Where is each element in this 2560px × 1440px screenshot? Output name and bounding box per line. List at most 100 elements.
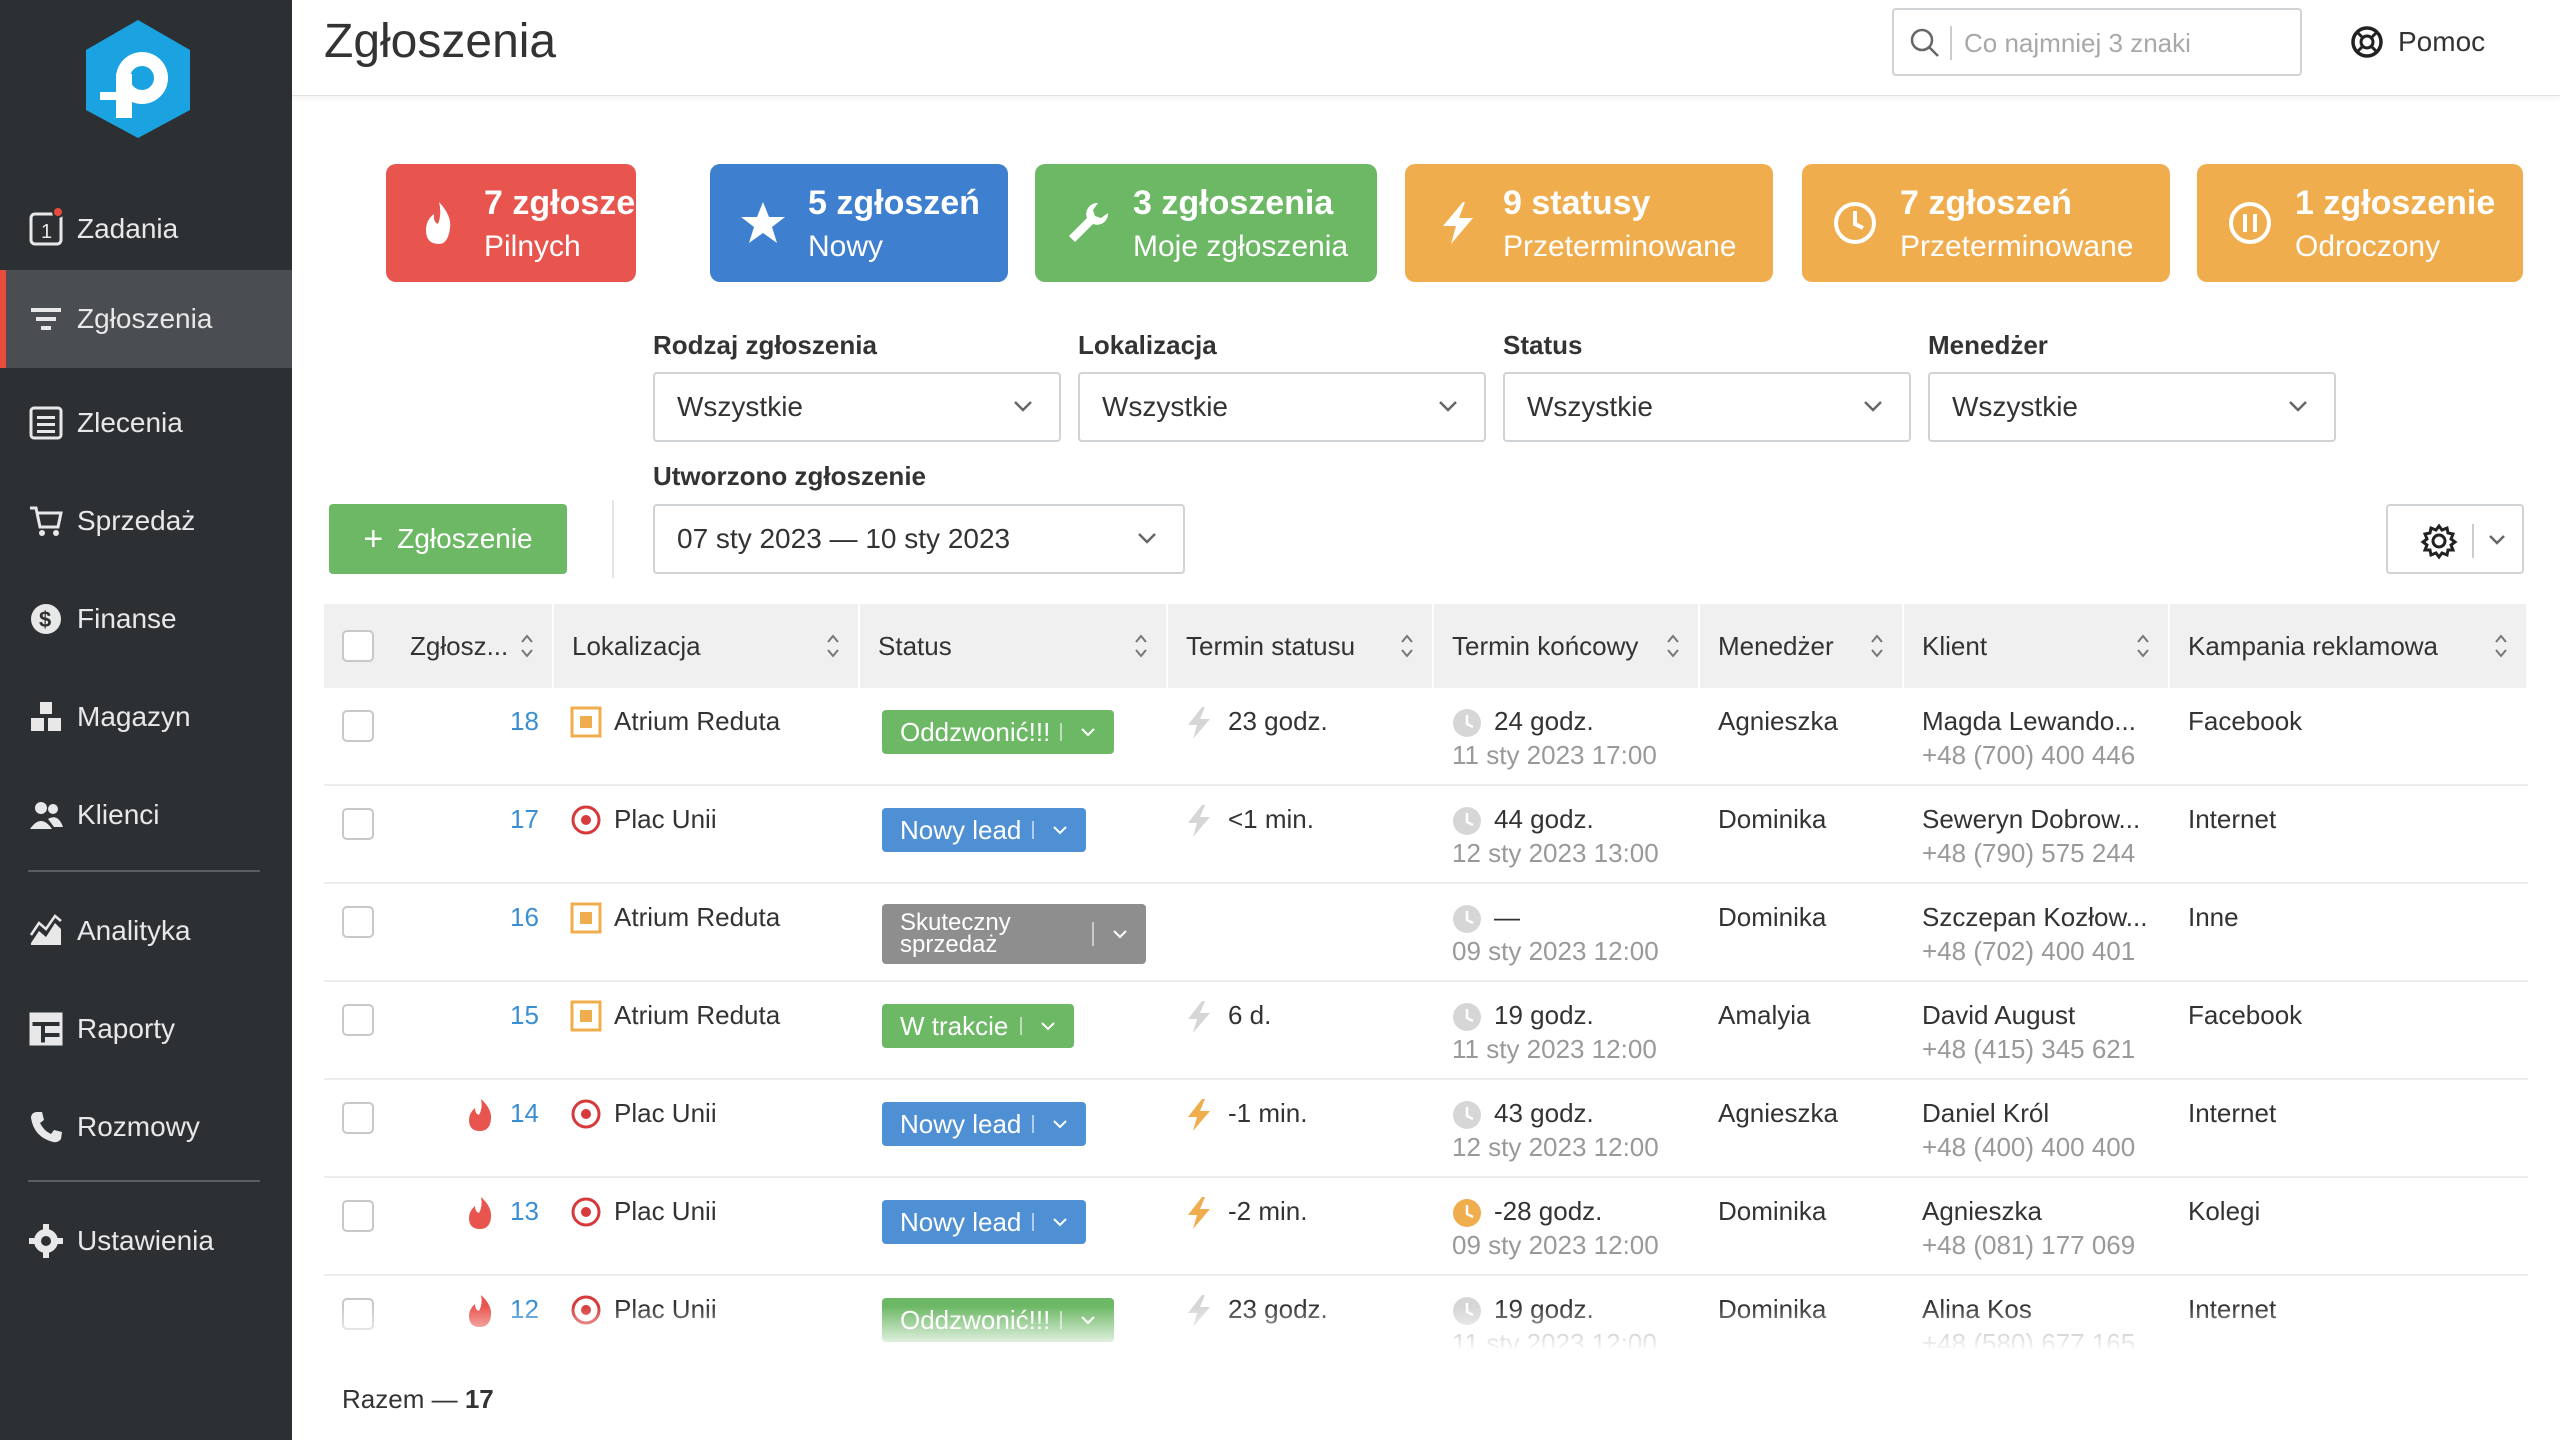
add-ticket-button[interactable]: + Zgłoszenie bbox=[329, 504, 567, 574]
column-header-label: Lokalizacja bbox=[572, 630, 701, 661]
filter-type-select[interactable]: Wszystkie bbox=[653, 372, 1061, 442]
sidebar-item-zadania[interactable]: 1 Zadania bbox=[0, 180, 292, 278]
column-header[interactable]: Termin końcowy bbox=[1434, 604, 1700, 688]
row-checkbox[interactable] bbox=[342, 808, 374, 840]
table-row[interactable]: 18 Atrium Reduta Oddzwonić!!! 23 godz. 24 go… bbox=[324, 688, 2528, 786]
stat-card-clock[interactable]: 7 zgłoszeń Przeterminowane bbox=[1802, 164, 2170, 282]
table-row[interactable]: 17 Plac Unii Nowy lead <1 min. 44 godz. 12 st… bbox=[324, 786, 2528, 884]
status-divider bbox=[1020, 1017, 1022, 1035]
table-row[interactable]: 16 Atrium Reduta Skuteczny sprzedaż — 09 sty… bbox=[324, 884, 2528, 982]
row-checkbox[interactable] bbox=[342, 710, 374, 742]
sidebar-item-label: Rozmowy bbox=[77, 1111, 200, 1142]
location-square-icon bbox=[570, 1000, 602, 1032]
client-name[interactable]: Seweryn Dobrow... bbox=[1922, 804, 2140, 835]
table-row[interactable]: 15 Atrium Reduta W trakcie 6 d. 19 godz. 11 s… bbox=[324, 982, 2528, 1080]
stat-card-pause[interactable]: 1 zgłoszenie Odroczony bbox=[2197, 164, 2523, 282]
dollar-icon: $ bbox=[31, 604, 61, 634]
table-settings-button[interactable] bbox=[2386, 504, 2524, 574]
column-header-label: Termin końcowy bbox=[1452, 630, 1639, 661]
ticket-number-link[interactable]: 18 bbox=[510, 706, 539, 737]
column-header[interactable]: Zgłosz... bbox=[392, 604, 554, 688]
client-name[interactable]: Daniel Król bbox=[1922, 1098, 2049, 1129]
column-header[interactable]: Status bbox=[860, 604, 1168, 688]
manager-name: Agnieszka bbox=[1718, 1098, 1838, 1128]
status-dropdown[interactable]: W trakcie bbox=[882, 1004, 1074, 1048]
sort-icon[interactable] bbox=[1400, 633, 1414, 659]
stat-card-wrench[interactable]: 3 zgłoszenia Moje zgłoszenia bbox=[1035, 164, 1377, 282]
help-link[interactable]: Pomoc bbox=[2350, 20, 2485, 64]
table-row[interactable]: 14 Plac Unii Nowy lead -1 min. 43 godz. 12 st… bbox=[324, 1080, 2528, 1178]
chevron-down-icon[interactable] bbox=[2488, 534, 2506, 546]
status-dropdown[interactable]: Nowy lead bbox=[882, 1102, 1086, 1146]
sidebar-item-raporty[interactable]: Raporty bbox=[0, 980, 292, 1078]
client-name[interactable]: David August bbox=[1922, 1000, 2075, 1031]
app-logo-icon[interactable] bbox=[82, 18, 194, 140]
sort-icon[interactable] bbox=[520, 633, 534, 659]
client-name[interactable]: Szczepan Kozłow... bbox=[1922, 902, 2147, 933]
sidebar-item-rozmowy[interactable]: Rozmowy bbox=[0, 1078, 292, 1176]
sort-icon[interactable] bbox=[1134, 633, 1148, 659]
status-dropdown[interactable]: Nowy lead bbox=[882, 808, 1086, 852]
sidebar-item-magazyn[interactable]: Magazyn bbox=[0, 668, 292, 766]
pause-icon bbox=[2229, 202, 2271, 244]
chevron-down-icon bbox=[2289, 401, 2307, 412]
status-divider bbox=[1092, 922, 1094, 946]
status-dropdown[interactable]: Nowy lead bbox=[882, 1200, 1086, 1244]
filter-created-select[interactable]: 07 sty 2023 — 10 sty 2023 bbox=[653, 504, 1185, 574]
row-checkbox[interactable] bbox=[342, 1200, 374, 1232]
ticket-number-link[interactable]: 14 bbox=[510, 1098, 539, 1129]
ticket-number-link[interactable]: 15 bbox=[510, 1000, 539, 1031]
search-box[interactable] bbox=[1892, 8, 2302, 76]
column-header[interactable]: Termin statusu bbox=[1168, 604, 1434, 688]
row-checkbox[interactable] bbox=[342, 1102, 374, 1134]
ticket-number-link[interactable]: 16 bbox=[510, 902, 539, 933]
column-header-label: Kampania reklamowa bbox=[2188, 630, 2439, 661]
settings-icon bbox=[29, 1224, 63, 1258]
status-label: Nowy lead bbox=[900, 1206, 1022, 1237]
row-checkbox[interactable] bbox=[342, 906, 374, 938]
status-dropdown[interactable]: Oddzwonić!!! bbox=[882, 710, 1114, 754]
column-header[interactable]: Kampania reklamowa bbox=[2170, 604, 2528, 688]
sort-icon[interactable] bbox=[2136, 633, 2150, 659]
row-checkbox[interactable] bbox=[342, 1004, 374, 1036]
filter-manager-select[interactable]: Wszystkie bbox=[1928, 372, 2336, 442]
column-header[interactable]: Klient bbox=[1904, 604, 2170, 688]
clock-icon bbox=[1453, 709, 1481, 737]
stat-card-bolt[interactable]: 9 statusy Przeterminowane bbox=[1405, 164, 1773, 282]
search-input[interactable] bbox=[1964, 24, 2284, 62]
column-header[interactable]: Lokalizacja bbox=[554, 604, 860, 688]
sort-icon[interactable] bbox=[2494, 633, 2508, 659]
sidebar-item-label: Zadania bbox=[77, 213, 179, 244]
sidebar-item-zlecenia[interactable]: Zlecenia bbox=[0, 374, 292, 472]
stat-card-star[interactable]: 5 zgłoszeń Nowy bbox=[710, 164, 1008, 282]
manager-name: Dominika bbox=[1718, 1196, 1827, 1226]
stat-card-fire[interactable]: 7 zgłoszeń Pilnych bbox=[386, 164, 656, 282]
client-name[interactable]: Magda Lewando... bbox=[1922, 706, 2136, 737]
select-all-checkbox[interactable] bbox=[342, 630, 374, 662]
sort-icon[interactable] bbox=[1870, 633, 1884, 659]
sidebar-item-sprzedaż[interactable]: Sprzedaż bbox=[0, 472, 292, 570]
sidebar-item-analityka[interactable]: Analityka bbox=[0, 882, 292, 980]
settings-divider bbox=[2472, 524, 2474, 558]
ticket-number-link[interactable]: 17 bbox=[510, 804, 539, 835]
ticket-number-link[interactable]: 13 bbox=[510, 1196, 539, 1227]
sidebar-item-finanse[interactable]: $ Finanse bbox=[0, 570, 292, 668]
client-phone: +48 (081) 177 069 bbox=[1922, 1230, 2136, 1260]
star-icon bbox=[741, 202, 785, 243]
sidebar-item-ustawienia[interactable]: Ustawienia bbox=[0, 1192, 292, 1290]
status-dropdown[interactable]: Skuteczny sprzedaż bbox=[882, 904, 1146, 964]
sidebar-divider bbox=[28, 1180, 260, 1182]
filter-created-label: Utworzono zgłoszenie bbox=[653, 461, 926, 491]
table-row[interactable]: 13 Plac Unii Nowy lead -2 min. -28 godz. 09 s… bbox=[324, 1178, 2528, 1276]
sidebar-item-klienci[interactable]: Klienci bbox=[0, 766, 292, 864]
reports-icon bbox=[29, 1012, 63, 1046]
sidebar-item-zgłoszenia[interactable]: Zgłoszenia bbox=[0, 270, 292, 368]
stat-card-title: 9 statusy bbox=[1503, 184, 1651, 222]
column-header[interactable]: Menedżer bbox=[1700, 604, 1904, 688]
sort-icon[interactable] bbox=[1666, 633, 1680, 659]
sort-icon[interactable] bbox=[826, 633, 840, 659]
client-name[interactable]: Agnieszka bbox=[1922, 1196, 2042, 1227]
filter-status-select[interactable]: Wszystkie bbox=[1503, 372, 1911, 442]
filter-location-select[interactable]: Wszystkie bbox=[1078, 372, 1486, 442]
end-term: 43 godz. bbox=[1494, 1098, 1594, 1128]
